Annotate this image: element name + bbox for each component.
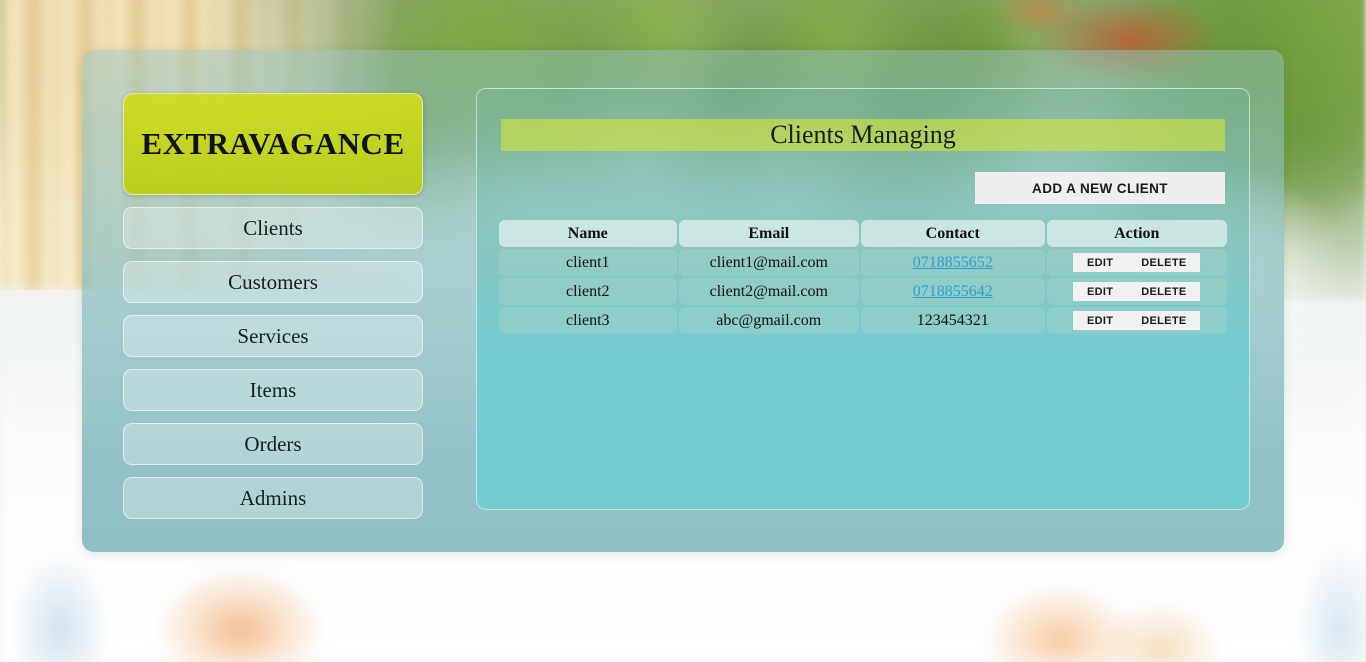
cell-email-text: abc@gmail.com [716, 311, 822, 329]
delete-button[interactable]: DELETE [1127, 311, 1201, 330]
sidebar-item-clients[interactable]: Clients [123, 207, 423, 249]
action-button-group: EDIT DELETE [1073, 311, 1201, 330]
cell-action: EDIT DELETE [1046, 278, 1227, 305]
cell-action: EDIT DELETE [1046, 249, 1227, 276]
cell-name-text: client1 [565, 253, 610, 271]
contact-phone-link[interactable]: 0718855642 [913, 283, 993, 301]
column-header-label: Contact [925, 224, 980, 242]
sidebar-item-admins[interactable]: Admins [123, 477, 423, 519]
cell-contact: 123454321 [861, 307, 1045, 334]
sidebar-item-label: Services [237, 323, 309, 348]
sidebar-item-orders[interactable]: Orders [123, 423, 423, 465]
cell-email: client2@mail.com [678, 278, 860, 305]
sidebar-item-label: Clients [243, 215, 303, 240]
add-new-client-button[interactable]: ADD A NEW CLIENT [975, 172, 1225, 204]
table-header-row: Name Email Contact Action [499, 220, 1227, 247]
cell-action: EDIT DELETE [1046, 307, 1227, 334]
sidebar: EXTRAVAGANCE Clients Customers Services … [123, 93, 423, 519]
clients-table: Name Email Contact Action client1 client… [499, 220, 1227, 336]
edit-button[interactable]: EDIT [1073, 282, 1128, 301]
edit-button[interactable]: EDIT [1073, 253, 1128, 272]
contact-phone-link[interactable]: 0718855652 [913, 254, 993, 272]
column-header-label: Name [567, 224, 608, 242]
sidebar-item-label: Items [249, 377, 297, 402]
sidebar-item-customers[interactable]: Customers [123, 261, 423, 303]
brand-logo[interactable]: EXTRAVAGANCE [123, 93, 423, 195]
sidebar-item-items[interactable]: Items [123, 369, 423, 411]
page-title: Clients Managing [501, 119, 1225, 151]
cell-name: client1 [499, 249, 677, 276]
cell-email: abc@gmail.com [678, 307, 860, 334]
cell-email-text: client2@mail.com [709, 282, 828, 300]
delete-button[interactable]: DELETE [1127, 282, 1201, 301]
cell-email-text: client1@mail.com [709, 253, 828, 271]
brand-logo-label: EXTRAVAGANCE [141, 126, 405, 161]
column-header-contact: Contact [861, 220, 1045, 247]
table-row: client2 client2@mail.com 0718855642 EDIT… [499, 278, 1227, 305]
cell-name-text: client2 [565, 282, 610, 300]
column-header-action: Action [1046, 220, 1227, 247]
column-header-name: Name [499, 220, 677, 247]
page-title-label: Clients Managing [770, 120, 956, 149]
cell-contact: 0718855652 [861, 249, 1045, 276]
table-row: client3 abc@gmail.com 123454321 EDIT DEL… [499, 307, 1227, 334]
column-header-label: Action [1114, 224, 1160, 242]
delete-button[interactable]: DELETE [1127, 253, 1201, 272]
sidebar-item-label: Admins [239, 485, 307, 510]
cell-contact: 0718855642 [861, 278, 1045, 305]
column-header-email: Email [678, 220, 860, 247]
dashboard-panel: EXTRAVAGANCE Clients Customers Services … [82, 50, 1284, 552]
add-new-client-label: ADD A NEW CLIENT [1032, 180, 1168, 196]
cell-name: client2 [499, 278, 677, 305]
table-row: client1 client1@mail.com 0718855652 EDIT… [499, 249, 1227, 276]
sidebar-item-services[interactable]: Services [123, 315, 423, 357]
column-header-label: Email [748, 224, 790, 242]
cell-name-text: client3 [565, 311, 610, 329]
cell-name: client3 [499, 307, 677, 334]
contact-text: 123454321 [916, 311, 989, 329]
action-button-group: EDIT DELETE [1073, 253, 1201, 272]
edit-button[interactable]: EDIT [1073, 311, 1128, 330]
sidebar-item-label: Orders [244, 431, 302, 456]
sidebar-item-label: Customers [228, 269, 318, 294]
cell-email: client1@mail.com [678, 249, 860, 276]
content-panel: Clients Managing ADD A NEW CLIENT Name E… [476, 88, 1250, 510]
action-button-group: EDIT DELETE [1073, 282, 1201, 301]
